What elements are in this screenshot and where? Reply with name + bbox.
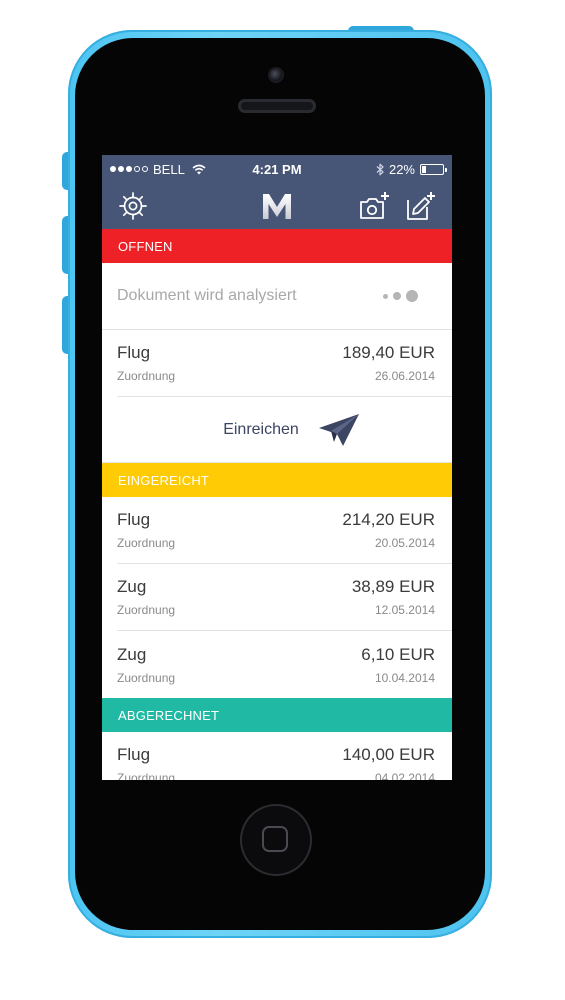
home-button-icon (262, 826, 288, 852)
expense-title: Flug (117, 510, 151, 529)
expense-row[interactable]: Flug Zuordnung 140,00 EUR 04.02.2014 (117, 732, 452, 780)
paper-plane-icon (318, 413, 359, 446)
section-header-settled: ABGERECHNET (102, 698, 452, 732)
bluetooth-icon (376, 163, 384, 175)
expense-date: 26.06.2014 (374, 369, 435, 383)
expense-date: 20.05.2014 (374, 536, 435, 550)
expense-row[interactable]: Flug Zuordnung 189,40 EUR 26.06.2014 (117, 330, 452, 397)
expense-amount: 214,20 EUR (342, 510, 435, 529)
expense-title: Flug (117, 745, 151, 764)
expense-amount: 6,10 EUR (361, 644, 435, 664)
loading-dots-icon (383, 290, 418, 302)
battery-icon (420, 163, 447, 175)
expense-title: Zug (117, 644, 147, 664)
carrier-name: BELL (153, 161, 185, 177)
nav-bar (102, 183, 452, 229)
add-manual-entry-button[interactable] (404, 189, 438, 223)
gear-icon (119, 192, 147, 220)
expense-category: Zuordnung (117, 771, 176, 780)
expense-title: Flug (117, 343, 151, 362)
submit-label: Einreichen (223, 420, 299, 438)
expense-date: 04.02.2014 (374, 771, 435, 780)
section-header-submitted: EINGEREICHT (102, 463, 452, 497)
expense-category: Zuordnung (117, 369, 176, 383)
expense-title: Zug (117, 577, 147, 596)
app-logo (259, 190, 295, 222)
pencil-add-icon (407, 192, 435, 220)
expense-amount: 189,40 EUR (342, 343, 435, 362)
submit-button[interactable]: Einreichen (102, 397, 452, 463)
earpiece-speaker (238, 99, 316, 113)
expense-amount: 140,00 EUR (342, 745, 435, 764)
expense-category: Zuordnung (117, 670, 176, 685)
expense-category: Zuordnung (117, 603, 176, 617)
signal-strength-icon (110, 166, 148, 172)
expense-row[interactable]: Zug Zuordnung 38,89 EUR 12.05.2014 (117, 564, 452, 631)
expense-date: 10.04.2014 (374, 670, 435, 685)
expense-date: 12.05.2014 (374, 603, 435, 617)
analyzing-text: Dokument wird analysiert (117, 287, 297, 304)
camera-add-icon (360, 192, 389, 219)
battery-percent: 22% (388, 161, 415, 177)
add-photo-button[interactable] (358, 189, 392, 223)
analyzing-row: Dokument wird analysiert (102, 263, 452, 330)
settings-button[interactable] (116, 189, 150, 223)
wifi-icon (192, 164, 206, 174)
expense-row[interactable]: Zug Zuordnung 6,10 EUR 10.04.2014 (117, 631, 452, 698)
expense-category: Zuordnung (117, 536, 176, 550)
expense-row[interactable]: Flug Zuordnung 214,20 EUR 20.05.2014 (117, 497, 452, 564)
expense-amount: 38,89 EUR (351, 577, 435, 596)
front-camera (270, 69, 282, 81)
m-logo-icon (263, 194, 291, 219)
status-bar: BELL 4:21 PM 22% (102, 155, 452, 183)
section-header-open: OFFNEN (102, 229, 452, 263)
app-screen: BELL 4:21 PM 22% OFFNEN Dokument wird an… (102, 155, 452, 780)
